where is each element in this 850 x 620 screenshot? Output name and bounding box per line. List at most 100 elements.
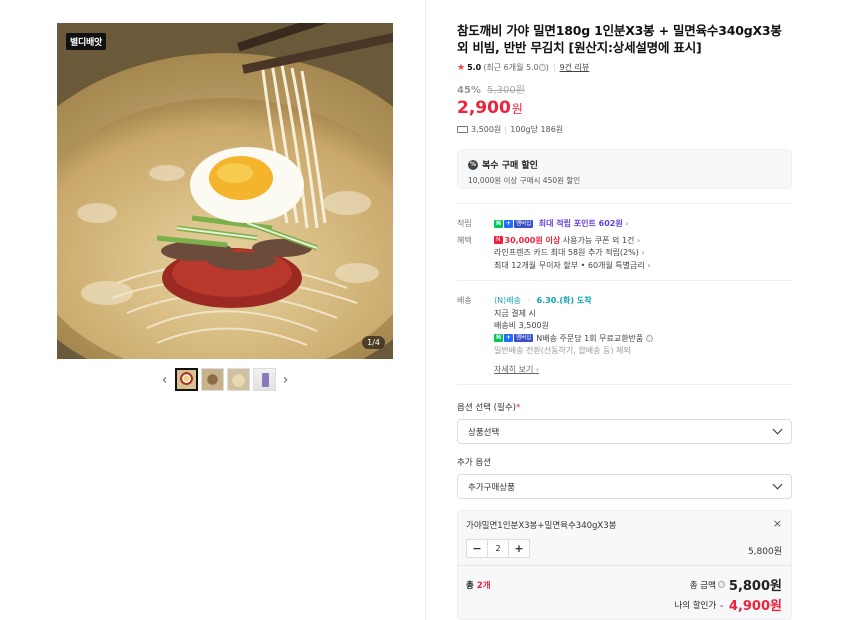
- installment-line[interactable]: 최대 12개월 무이자 할부 • 60개월 특별금리 ›: [494, 261, 651, 270]
- main-product-image[interactable]: 별디배앗 1/4: [57, 23, 393, 359]
- n-icon: N: [494, 334, 504, 342]
- my-price-value: 4,900원: [728, 599, 782, 614]
- discount-rate: 45%: [457, 85, 481, 96]
- naengmyeon-image: [57, 23, 393, 359]
- shipping-row: 배송 ⟨N⟩배송 · 6.30.(화) 도착 지금 결제 시 배송비 3,500…: [457, 295, 792, 376]
- product-title: 참도깨비 가야 밀면180g 1인분X3봉 + 밀면육수340gX3봉 외 비빔…: [457, 23, 782, 55]
- rating-value: 5.0: [467, 63, 482, 72]
- detail-link[interactable]: 자세히 보기 ›: [494, 364, 539, 377]
- total-amount-label: 총 금액: [689, 580, 716, 591]
- total-count: 총 2개: [466, 579, 491, 591]
- thumbnail-4[interactable]: [252, 368, 276, 391]
- card-line[interactable]: 라인프렌즈 카드 최대 58원 추가 적립(2%) ›: [494, 248, 645, 257]
- selected-item-box: 가야밀면1인분X3봉+밀면육수340gX3봉 × − 2 + 5,800원 총 …: [457, 510, 792, 620]
- discount-row: 45% 5,300원: [457, 81, 792, 96]
- column-divider: [425, 0, 426, 620]
- price-unit: 원: [511, 102, 523, 116]
- divider: [457, 203, 792, 204]
- sale-price-row: 2,900 원: [457, 98, 792, 118]
- divider: [458, 565, 791, 566]
- exchange-text: N배송 주문당 1회 무료교환반품: [536, 333, 644, 343]
- plus-icon: +: [504, 334, 514, 342]
- review-link[interactable]: 9건 리뷰: [560, 62, 590, 73]
- separator: ·: [527, 296, 531, 305]
- required-option-label: 옵션 선택 (필수)*: [457, 401, 792, 413]
- info-icon[interactable]: ⓘ: [538, 64, 546, 71]
- total-label: 총: [466, 580, 474, 591]
- quantity-stepper: − 2 +: [466, 539, 530, 558]
- next-arrow-icon[interactable]: ›: [279, 369, 293, 391]
- image-counter: 1/4: [362, 336, 385, 349]
- points-text: 최대 적립 포인트 602원: [538, 219, 623, 228]
- rating-row: ★ 5.0 (최근 6개월 5.0 ⓘ ) | 9건 리뷰: [457, 62, 792, 73]
- extra-option-select[interactable]: 추가구매상품: [457, 474, 792, 499]
- percent-icon: %: [468, 159, 478, 170]
- rating-note: (최근 6개월 5.0: [483, 63, 539, 72]
- thumbnail-1[interactable]: [174, 368, 198, 391]
- separator: |: [552, 63, 556, 72]
- my-price-label: 나의 할인가: [674, 600, 717, 611]
- bulk-title: 복수 구매 할인: [482, 161, 538, 171]
- my-price-row[interactable]: 나의 할인가 ⌄ 4,900원: [674, 595, 782, 614]
- total-amount-value: 5,800원: [728, 579, 782, 594]
- shipping-label: 배송: [457, 296, 472, 305]
- chevron-right-icon: ›: [641, 248, 645, 257]
- arrival-date: 6.30.(화) 도착: [536, 296, 592, 305]
- required-option-text: 옵션 선택 (필수): [457, 403, 516, 413]
- coupon-text: 사용가능 쿠폰 외 1건: [562, 235, 635, 245]
- unit-price: 100g당 186원: [510, 125, 564, 134]
- divider: [457, 384, 792, 385]
- extra-option-value: 추가구매상품: [468, 482, 515, 493]
- required-option-value: 상품선택: [468, 427, 500, 438]
- product-gallery: 별디배앗 1/4 ‹ ›: [57, 23, 393, 391]
- cart-item-price: 5,800원: [747, 547, 782, 557]
- rating-note-close: ): [545, 63, 549, 72]
- plus-button[interactable]: +: [509, 540, 529, 557]
- detail-link-label: 자세히 보기: [494, 364, 534, 374]
- original-price: 5,300원: [487, 85, 525, 96]
- sale-price: 2,900: [457, 98, 511, 118]
- thumbnail-3[interactable]: [226, 368, 250, 391]
- shipping-type: 배송: [506, 296, 521, 305]
- coupon-line[interactable]: N 30,000원 이상 사용가능 쿠폰 외 1건 ›: [494, 236, 640, 245]
- minus-button[interactable]: −: [467, 540, 487, 557]
- required-mark: *: [515, 403, 521, 413]
- chevron-right-icon: ›: [625, 219, 629, 228]
- coupon-highlight: 30,000원 이상: [504, 235, 561, 245]
- plus-icon: +: [504, 219, 514, 228]
- separator: [505, 125, 507, 134]
- bulk-desc: 10,000원 이상 구매시 450원 할인: [468, 176, 581, 185]
- points-content[interactable]: N + 멤버십 최대 적립 포인트 602원 ›: [494, 218, 628, 231]
- promo-badge: 별디배앗: [66, 33, 106, 50]
- chevron-down-icon: ⌄: [718, 600, 725, 609]
- required-option-select[interactable]: 상품선택: [457, 419, 792, 444]
- prev-arrow-icon[interactable]: ‹: [158, 369, 172, 391]
- npay-badge: N + 멤버십: [494, 334, 534, 342]
- info-icon[interactable]: ⓘ: [717, 581, 725, 588]
- total-row: 총 2개 총 금액 ⓘ 5,800원: [466, 575, 782, 594]
- n-delivery-icon: ⟨N⟩: [494, 296, 507, 305]
- points-label: 적립: [457, 219, 472, 228]
- info-icon[interactable]: ⓘ: [645, 334, 653, 342]
- shipping-fee: 배송비 3,500원: [494, 321, 549, 330]
- thumbnail-2[interactable]: [200, 368, 224, 391]
- close-icon[interactable]: ×: [773, 517, 782, 530]
- thumbnail-strip: ‹ ›: [57, 368, 393, 391]
- bulk-discount-box: % 복수 구매 할인 10,000원 이상 구매시 450원 할인: [457, 149, 792, 189]
- benefits-section: 적립 N + 멤버십 최대 적립 포인트 602원 › 혜택 N 30,000원 …: [457, 218, 792, 272]
- bulk-title-row: % 복수 구매 할인: [468, 158, 781, 171]
- benefit-row: 혜택 N 30,000원 이상 사용가능 쿠폰 외 1건 › 라인프렌즈 카드 최…: [457, 235, 792, 273]
- star-icon: ★: [457, 62, 466, 73]
- chevron-right-icon: ›: [647, 260, 651, 270]
- shipping-section: 배송 ⟨N⟩배송 · 6.30.(화) 도착 지금 결제 시 배송비 3,500…: [457, 295, 792, 376]
- total-amount: 총 금액 ⓘ 5,800원: [690, 575, 782, 594]
- extra-option-label: 추가 옵션: [457, 458, 491, 468]
- general-shipping-note: 일반배송 전환(선동하기, 합배송 등) 제외: [494, 346, 631, 355]
- quantity-value[interactable]: 2: [487, 540, 509, 557]
- card-text: 라인프렌즈 카드 최대 58원 추가 적립(2%): [494, 248, 639, 257]
- chevron-right-icon: ›: [535, 364, 540, 374]
- benefit-label: 혜택: [457, 235, 472, 245]
- chevron-down-icon: [772, 424, 783, 435]
- shipping-content: ⟨N⟩배송 · 6.30.(화) 도착 지금 결제 시 배송비 3,500원 N…: [494, 295, 653, 376]
- membership-badge: 멤버십: [514, 219, 534, 228]
